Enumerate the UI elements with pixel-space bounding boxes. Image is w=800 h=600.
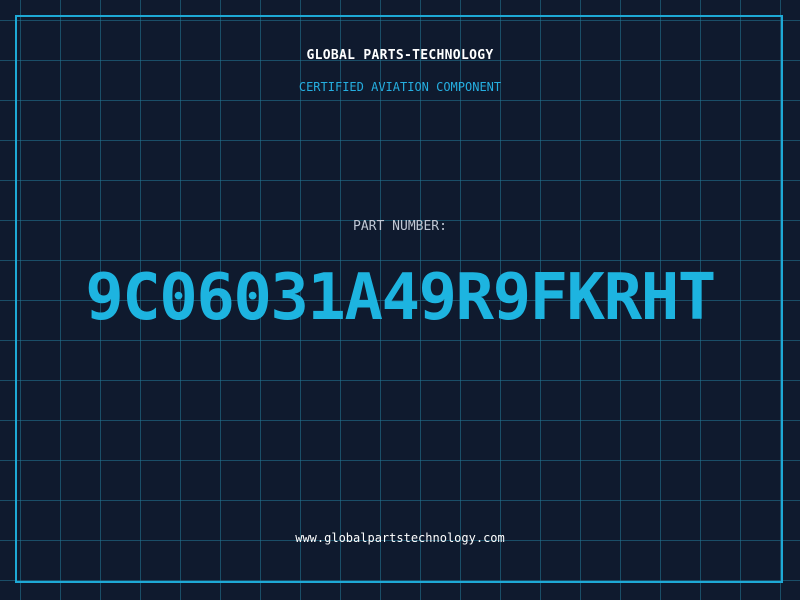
part-number-label: PART NUMBER:	[353, 219, 447, 234]
part-number-value: 9C06031A49R9FKRHT	[85, 261, 716, 335]
certification-tagline: CERTIFIED AVIATION COMPONENT	[298, 80, 502, 94]
label-card: GLOBAL PARTS-TECHNOLOGY CERTIFIED AVIATI…	[0, 0, 800, 600]
company-name: GLOBAL PARTS-TECHNOLOGY	[306, 48, 494, 63]
website-url: www.globalpartstechnology.com	[295, 531, 505, 545]
